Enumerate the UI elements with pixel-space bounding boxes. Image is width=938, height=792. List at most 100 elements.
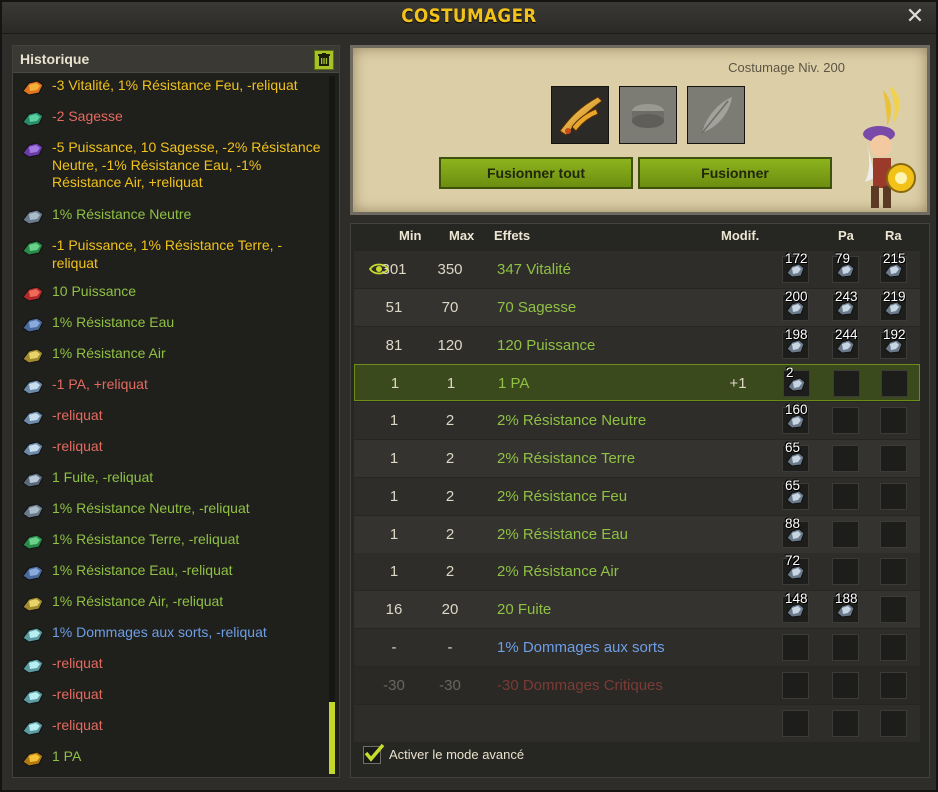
pa-gold-rune-icon xyxy=(21,748,45,768)
rune-slot-ba[interactable]: 172 xyxy=(782,251,809,283)
rune-slot-ra[interactable] xyxy=(880,671,907,699)
advanced-mode-checkbox[interactable] xyxy=(363,743,385,764)
history-entry-text: 1% Résistance Air xyxy=(52,345,166,361)
effect-row[interactable]: - -1% Dommages aux sorts xyxy=(354,629,920,666)
effect-max: 1 xyxy=(446,375,456,393)
merge-all-button[interactable]: Fusionner tout xyxy=(439,157,633,189)
rune-slot-ba[interactable]: 65 xyxy=(782,478,809,510)
rune-slot-ba[interactable]: 2 xyxy=(783,365,810,398)
rune-slot-ba[interactable]: 88 xyxy=(782,516,809,548)
history-entry: -5 Puissance, 10 Sagesse, -2% Résistance… xyxy=(13,139,331,206)
feather-slot[interactable] xyxy=(687,86,745,144)
history-entry-text: 1 PA xyxy=(52,748,82,764)
effect-max: 2 xyxy=(445,450,455,467)
rune-count: 215 xyxy=(883,251,906,266)
rune-slot-pa[interactable] xyxy=(832,520,859,548)
effect-row[interactable]: 51 70 70 Sagesse 200 243 219 xyxy=(354,288,920,326)
history-entry: 1% Résistance Eau, -reliquat xyxy=(13,562,331,593)
rune-slot-pa[interactable]: 79 xyxy=(832,251,859,283)
rune-slot-ra[interactable] xyxy=(880,407,907,435)
history-entry: 1 PA xyxy=(13,748,331,779)
rune-slot-ba[interactable]: 160 xyxy=(782,402,809,435)
rune-slot[interactable] xyxy=(619,86,677,144)
effect-row[interactable]: 1 2 2% Résistance Neutre 160 xyxy=(354,402,920,440)
effect-row[interactable]: 1 2 2% Résistance Terre 65 xyxy=(354,440,920,477)
rune-slot-ra[interactable] xyxy=(880,596,907,624)
rune-count: 88 xyxy=(785,515,801,531)
merge-panel: Costumage Niv. 200 Fusionner tout Fusion… xyxy=(350,45,930,215)
history-entry: -reliquat xyxy=(13,717,331,748)
effect-row[interactable]: 1 2 2% Résistance Eau 88 xyxy=(354,515,920,553)
rune-slot-ra[interactable]: 219 xyxy=(880,289,907,321)
rune-slot-ba[interactable]: 65 xyxy=(782,440,809,472)
rune-slot-ba[interactable] xyxy=(782,634,809,661)
effect-row[interactable]: 1 2 2% Résistance Air 72 xyxy=(354,553,920,591)
history-entry-text: 1% Résistance Neutre xyxy=(52,206,192,222)
small-rune-icon xyxy=(21,438,45,458)
effect-row[interactable]: 16 20 20 Fuite 148 188 xyxy=(354,591,920,629)
rune-slot-ba[interactable] xyxy=(782,709,809,737)
air-res-rune-icon xyxy=(21,345,45,365)
rune-slot-ra[interactable] xyxy=(880,558,907,586)
trash-icon[interactable] xyxy=(314,50,334,70)
rune-slot-ra[interactable] xyxy=(880,634,907,661)
history-entry: 1% Résistance Eau xyxy=(13,314,331,345)
rune-slot-ba[interactable]: 198 xyxy=(782,327,809,359)
effect-name: 70 Sagesse xyxy=(497,298,577,316)
rune-count: 244 xyxy=(835,326,858,342)
rune-slot-pa[interactable] xyxy=(833,370,860,398)
rune-slot-ra[interactable]: 192 xyxy=(880,327,907,359)
history-scrollbar[interactable] xyxy=(329,76,335,773)
rune-count: 243 xyxy=(835,288,858,304)
water-res-rune-icon xyxy=(21,562,45,582)
advanced-mode-label: Activer le mode avancé xyxy=(389,747,525,762)
rune-slot-pa[interactable] xyxy=(832,407,859,435)
rune-slot-ba[interactable]: 148 xyxy=(782,591,809,624)
effect-row[interactable]: 301 350 347 Vitalité 172 79 215 xyxy=(354,251,920,288)
rune-slot-ra[interactable]: 215 xyxy=(880,251,907,283)
rune-slot-pa[interactable] xyxy=(832,709,859,737)
title-bar: COSTUMAGER ✕ xyxy=(2,2,936,34)
effect-name: 2% Résistance Air xyxy=(497,563,619,581)
effect-row[interactable]: 81 120 120 Puissance 198 244 192 xyxy=(354,326,920,364)
header-max: Max xyxy=(449,228,475,243)
rune-slot-ra[interactable] xyxy=(880,482,907,510)
history-scrollbar-thumb[interactable] xyxy=(329,702,335,774)
rune-slot-ra[interactable] xyxy=(880,445,907,472)
rune-slot-ba[interactable]: 200 xyxy=(782,289,809,321)
history-entry-text: -1 PA, +reliquat xyxy=(52,376,148,392)
effect-name: 2% Résistance Eau xyxy=(497,525,628,543)
history-entry-text: 10 Puissance xyxy=(52,283,137,299)
rune-slot-pa[interactable]: 243 xyxy=(832,289,859,321)
history-entry-text: 1% Résistance Eau xyxy=(52,314,175,330)
item-slot[interactable] xyxy=(551,86,609,144)
rune-slot-ra[interactable] xyxy=(881,370,908,398)
effect-max: 2 xyxy=(445,563,455,581)
rune-slot-ra[interactable] xyxy=(880,709,907,737)
spell-damage-rune-icon xyxy=(21,686,45,706)
effect-row[interactable]: 1 2 2% Résistance Feu 65 xyxy=(354,477,920,515)
effect-row[interactable]: 111 PA +1 2 xyxy=(354,364,920,402)
rune-slot-pa[interactable] xyxy=(832,558,859,586)
merge-button[interactable]: Fusionner xyxy=(638,157,832,189)
close-icon[interactable]: ✕ xyxy=(904,5,926,27)
rune-slot-pa[interactable]: 244 xyxy=(832,327,859,359)
rune-slot-pa[interactable] xyxy=(832,445,859,472)
history-entry: -2 Sagesse xyxy=(13,108,331,139)
effect-row[interactable] xyxy=(354,704,920,742)
rune-slot-ra[interactable] xyxy=(880,520,907,548)
history-entry-text: 1% Résistance Air, -reliquat xyxy=(52,593,224,609)
rune-slot-pa[interactable]: 188 xyxy=(832,591,859,624)
effect-name: 120 Puissance xyxy=(497,336,596,354)
rune-count: 188 xyxy=(835,591,858,607)
rune-slot-pa[interactable] xyxy=(832,482,859,510)
rune-slot-pa[interactable] xyxy=(832,634,859,661)
history-entry: -reliquat xyxy=(13,686,331,717)
rune-slot-ba[interactable] xyxy=(782,671,809,699)
history-entry: 1 Fuite, -reliquat xyxy=(13,469,331,500)
effect-row[interactable]: -30 -30 -30 Dommages Critiques xyxy=(354,666,920,704)
history-entry: 1% Dommages aux sorts, -reliquat xyxy=(13,624,331,655)
rune-slot-pa[interactable] xyxy=(832,671,859,699)
history-entry-text: 1% Résistance Terre, -reliquat xyxy=(52,531,240,547)
rune-slot-ba[interactable]: 72 xyxy=(782,553,809,586)
